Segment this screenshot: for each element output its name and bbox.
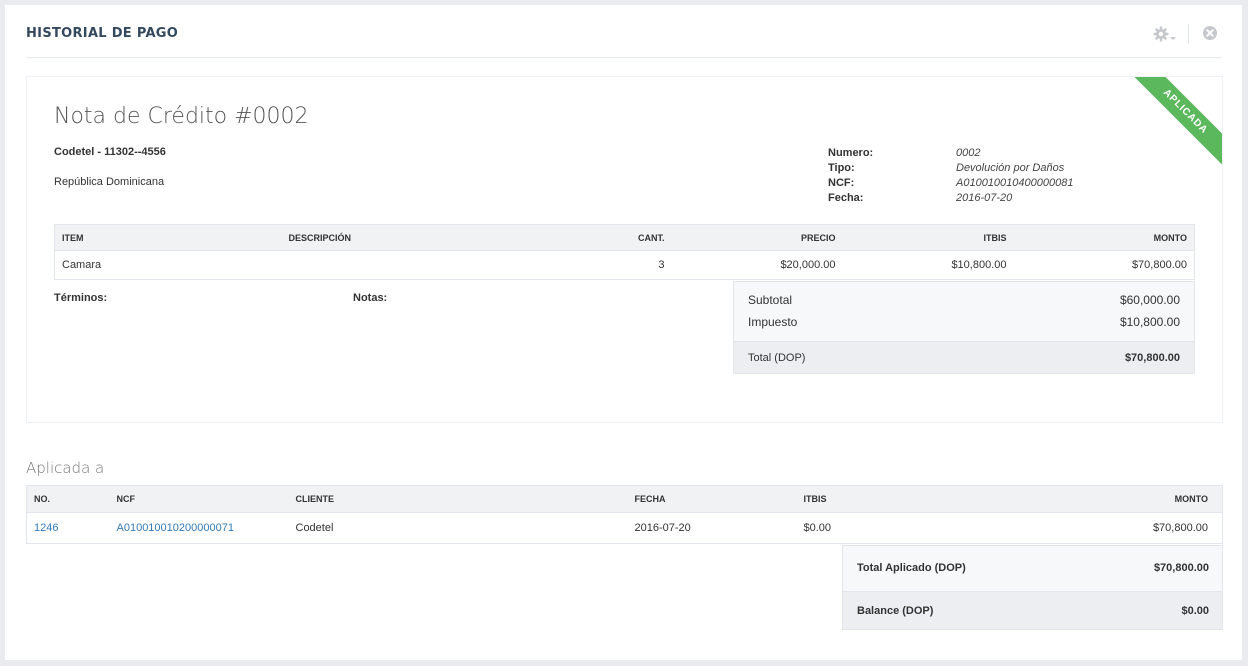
items-table: ITEM DESCRIPCIÓN CANT. PRECIO ITBIS MONT… xyxy=(54,224,1195,280)
notes-label: Notas: xyxy=(353,292,388,304)
column-header: CANT. xyxy=(531,224,672,251)
meta-label: NCF: xyxy=(828,177,855,189)
column-header: NCF xyxy=(109,485,289,513)
meta-label: Tipo: xyxy=(828,162,855,174)
meta-value: 2016-07-20 xyxy=(956,192,1013,204)
meta-row-tipo: Tipo: Devolución por Daños xyxy=(828,161,1073,176)
column-header: ITEM xyxy=(54,224,282,251)
meta-value: A010010010400000081 xyxy=(956,177,1074,189)
total-row: Total (DOP) $70,800.00 xyxy=(734,341,1194,373)
items-table-header: ITEM DESCRIPCIÓN CANT. PRECIO ITBIS MONT… xyxy=(54,224,1195,251)
client-country: República Dominicana xyxy=(54,176,165,188)
total-applied-value: $70,800.00 xyxy=(1153,562,1209,574)
meta-row-fecha: Fecha: 2016-07-20 xyxy=(828,191,1073,206)
applied-table-header: NO. NCF CLIENTE FECHA ITBIS MONTO xyxy=(26,485,1223,513)
portlet-actions xyxy=(1153,24,1218,44)
divider xyxy=(1188,24,1189,44)
page-title: HISTORIAL DE PAGO xyxy=(26,26,179,41)
cell-cliente: Codetel xyxy=(295,522,334,534)
total-label: Total (DOP) xyxy=(748,352,806,364)
tax-label: Impuesto xyxy=(748,315,798,329)
tax-row: Impuesto $10,800.00 xyxy=(734,311,1194,341)
status-ribbon-label: APLICADA xyxy=(1120,77,1222,177)
totals-box: Subtotal $60,000.00 Impuesto $10,800.00 … xyxy=(733,281,1195,374)
meta-value: Devolución por Daños xyxy=(956,162,1065,174)
portlet-header: HISTORIAL DE PAGO xyxy=(26,5,1222,58)
close-icon xyxy=(1203,25,1217,40)
column-header: CLIENTE xyxy=(288,485,628,513)
cell-monto: $70,800.00 xyxy=(1131,259,1187,271)
meta-value: 0002 xyxy=(956,147,981,159)
column-header: FECHA xyxy=(627,485,797,513)
terms-label: Términos: xyxy=(54,292,108,304)
column-header: NO. xyxy=(26,485,110,513)
document-number-link[interactable]: 1246 xyxy=(34,522,58,534)
table-row: Camara 3 $20,000.00 $10,800.00 $70,800.0… xyxy=(55,251,1195,280)
ncf-link[interactable]: A010010010200000071 xyxy=(117,522,234,534)
status-ribbon: APLICADA xyxy=(1113,77,1222,179)
cell-descripcion xyxy=(282,251,532,280)
applied-table: NO. NCF CLIENTE FECHA ITBIS MONTO 1246 A… xyxy=(26,485,1223,544)
total-value: $70,800.00 xyxy=(1124,352,1180,364)
meta-row-ncf: NCF: A010010010400000081 xyxy=(828,176,1073,191)
chevron-down-icon xyxy=(1170,36,1176,40)
total-applied-label: Total Aplicado (DOP) xyxy=(857,562,966,574)
cell-fecha: 2016-07-20 xyxy=(634,522,691,534)
cell-cant: 3 xyxy=(658,259,665,271)
balance-label: Balance (DOP) xyxy=(857,605,934,617)
cell-monto: $70,800.00 xyxy=(1152,522,1208,534)
subtotal-value: $60,000.00 xyxy=(1119,293,1180,307)
meta-label: Fecha: xyxy=(828,192,864,204)
credit-note-card: APLICADA Nota de Crédito #0002 Codetel -… xyxy=(26,76,1223,423)
column-header: PRECIO xyxy=(671,224,843,251)
tax-value: $10,800.00 xyxy=(1119,315,1180,329)
credit-note-meta: Numero: 0002 Tipo: Devolución por Daños … xyxy=(828,146,1073,206)
balance-row: Balance (DOP) $0.00 xyxy=(843,591,1222,629)
gear-icon xyxy=(1153,26,1169,42)
column-header: MONTO xyxy=(1013,224,1195,251)
subtotal-label: Subtotal xyxy=(748,293,793,307)
applied-section-title: Aplicada a xyxy=(26,459,105,477)
table-row: 1246 A010010010200000071 Codetel 2016-07… xyxy=(27,513,1223,544)
client-name: Codetel - 11302--4556 xyxy=(54,146,166,158)
balance-value: $0.00 xyxy=(1181,605,1209,617)
meta-row-numero: Numero: 0002 xyxy=(828,146,1073,161)
cell-item: Camara xyxy=(62,259,102,271)
cell-ncf: A010010010200000071 xyxy=(110,513,289,544)
cell-itbis: $0.00 xyxy=(803,522,832,534)
cell-itbis: $10,800.00 xyxy=(951,259,1007,271)
column-header: DESCRIPCIÓN xyxy=(281,224,532,251)
credit-note-title: Nota de Crédito #0002 xyxy=(54,104,309,129)
column-header: ITBIS xyxy=(842,224,1014,251)
settings-button[interactable] xyxy=(1153,26,1176,42)
payment-history-portlet: HISTORIAL DE PAGO APLICADA Nota de Crédi… xyxy=(5,5,1242,660)
column-header: MONTO xyxy=(996,485,1223,513)
meta-label: Numero: xyxy=(828,147,874,159)
total-applied-row: Total Aplicado (DOP) $70,800.00 xyxy=(843,546,1222,591)
column-header: ITBIS xyxy=(796,485,997,513)
cell-precio: $20,000.00 xyxy=(780,259,836,271)
subtotal-row: Subtotal $60,000.00 xyxy=(734,282,1194,311)
close-button[interactable] xyxy=(1202,25,1218,44)
cell-no: 1246 xyxy=(27,513,110,544)
applied-summary-box: Total Aplicado (DOP) $70,800.00 Balance … xyxy=(842,545,1223,630)
